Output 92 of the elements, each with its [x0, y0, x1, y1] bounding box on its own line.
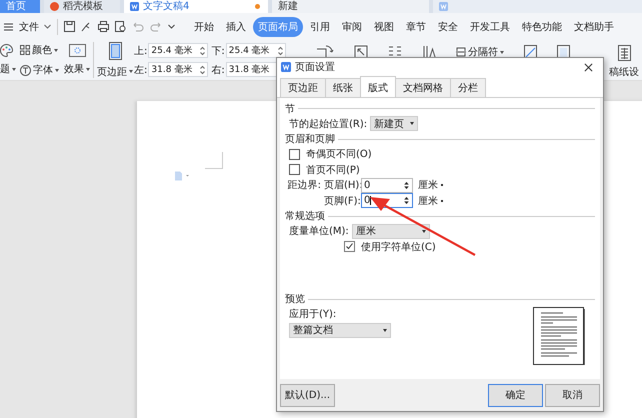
- caret-icon: [54, 48, 58, 52]
- spinner-arrows-icon[interactable]: [200, 46, 206, 56]
- caret-icon: [12, 68, 16, 70]
- effects-button[interactable]: 效果: [64, 62, 84, 76]
- dialog-tab[interactable]: 文档网格: [395, 78, 451, 97]
- page-break-icon: [456, 47, 466, 57]
- unit-label: 厘米: [418, 178, 438, 192]
- margin-label: 下:: [211, 44, 225, 58]
- save-icon[interactable]: [64, 21, 75, 32]
- columns-icon[interactable]: [388, 45, 402, 57]
- app-tab[interactable]: 新建: [272, 0, 429, 13]
- unsaved-dot-icon: [255, 4, 260, 9]
- caret-icon: [55, 68, 59, 72]
- dialog-tab[interactable]: 页边距: [280, 78, 326, 97]
- spinner-arrows-icon[interactable]: [403, 180, 410, 191]
- margin-label: 上:: [134, 44, 148, 58]
- color-grid-icon: [20, 45, 30, 55]
- print-preview-icon[interactable]: [115, 21, 126, 32]
- apply-to-select[interactable]: 整篇文档: [289, 322, 391, 338]
- cancel-button[interactable]: 取消: [545, 384, 600, 406]
- margin-corner-mark: [205, 152, 223, 169]
- effects-icon[interactable]: [68, 44, 86, 57]
- checkbox-label: 使用字符单位(C): [361, 240, 436, 254]
- section-start-select[interactable]: 新建页: [370, 116, 418, 132]
- document-logo-icon: [130, 2, 139, 11]
- ribbon-tab[interactable]: 安全: [433, 16, 463, 36]
- section-heading: 节: [285, 102, 295, 116]
- caret-icon: [129, 70, 133, 73]
- font-button[interactable]: 字体: [33, 63, 53, 77]
- orientation-icon[interactable]: [316, 45, 334, 58]
- caret-icon: [500, 50, 504, 54]
- unit-label: 厘米: [418, 194, 438, 208]
- font-circle-icon: [20, 64, 31, 76]
- app-logo-icon: [281, 62, 291, 72]
- dialog-title: 页面设置: [295, 60, 335, 74]
- page-size-icon[interactable]: [354, 45, 368, 58]
- margin-label: 左:: [134, 64, 148, 76]
- dialog-tab[interactable]: 分栏: [450, 78, 486, 97]
- margin-spin-field[interactable]: 31.8 毫米: [148, 62, 208, 77]
- theme-button[interactable]: 题: [0, 62, 10, 76]
- measure-unit-select[interactable]: 厘米: [352, 224, 430, 239]
- document-logo-icon: [439, 2, 448, 11]
- spin-field[interactable]: 0: [361, 178, 413, 193]
- close-icon[interactable]: [584, 62, 593, 72]
- ribbon-tab[interactable]: 开发工具: [465, 16, 515, 36]
- section-heading: 预览: [285, 293, 305, 306]
- file-menu[interactable]: 文件: [19, 20, 39, 34]
- section-heading: 页眉和页脚: [285, 132, 335, 146]
- app-tab[interactable]: 文字文稿4: [124, 0, 268, 13]
- dropdown-icon[interactable]: [168, 24, 175, 29]
- checkbox-label: 首页不同(P): [306, 164, 360, 177]
- field-label: 应用于(Y):: [289, 308, 338, 320]
- draft-paper-icon[interactable]: [618, 45, 630, 61]
- page-preview-drawing: [533, 306, 585, 364]
- ribbon-tab[interactable]: 开始: [189, 16, 219, 36]
- caret-icon: [86, 68, 90, 70]
- spinner-arrows-icon[interactable]: [403, 195, 410, 206]
- margin-spin-field[interactable]: 25.4 毫米: [226, 43, 286, 58]
- margins-icon[interactable]: [108, 42, 122, 60]
- ribbon-tab[interactable]: 引用: [305, 16, 335, 36]
- margin-label: 右:: [211, 64, 225, 76]
- margins-button[interactable]: 页边距: [97, 64, 127, 78]
- field-label: 度量单位(M):: [289, 224, 349, 238]
- field-label: 距边界:: [288, 178, 321, 192]
- ribbon-tab[interactable]: 章节: [401, 16, 431, 36]
- color-button[interactable]: 颜色: [32, 43, 52, 57]
- checkbox[interactable]: [289, 148, 300, 160]
- field-label: 页脚(F):: [324, 194, 358, 208]
- spinner-arrows-icon[interactable]: [200, 64, 206, 74]
- dialog-tab[interactable]: 纸张: [325, 78, 361, 97]
- checkbox-label: 奇偶页不同(O): [306, 148, 372, 162]
- ribbon-tab[interactable]: 审阅: [337, 16, 367, 36]
- menu-icon[interactable]: [4, 22, 13, 30]
- ok-button[interactable]: 确定: [488, 384, 543, 406]
- palette-icon[interactable]: [0, 44, 13, 57]
- margin-spin-field[interactable]: 25.4 毫米: [148, 43, 208, 58]
- app-tab[interactable]: 稻壳模板: [44, 0, 120, 13]
- ribbon-tab[interactable]: 视图: [369, 16, 399, 36]
- text-direction-icon[interactable]: [422, 45, 436, 58]
- section-heading: 常规选项: [285, 210, 325, 223]
- checkbox[interactable]: [344, 241, 355, 252]
- default-button[interactable]: 默认(D)...: [280, 384, 336, 406]
- separator-button[interactable]: 分隔符: [468, 45, 498, 59]
- checkbox[interactable]: [289, 164, 300, 176]
- chevron-icon: [44, 24, 51, 29]
- print-icon[interactable]: [98, 21, 109, 32]
- field-label: 节的起始位置(R):: [289, 118, 368, 131]
- draft-paper-button[interactable]: 稿纸设: [609, 65, 639, 79]
- spinner-arrows-icon[interactable]: [278, 46, 283, 56]
- ribbon-tab[interactable]: 文档助手: [569, 16, 619, 36]
- ribbon-tab[interactable]: 插入: [221, 16, 251, 36]
- ribbon-tab[interactable]: 特色功能: [517, 16, 567, 36]
